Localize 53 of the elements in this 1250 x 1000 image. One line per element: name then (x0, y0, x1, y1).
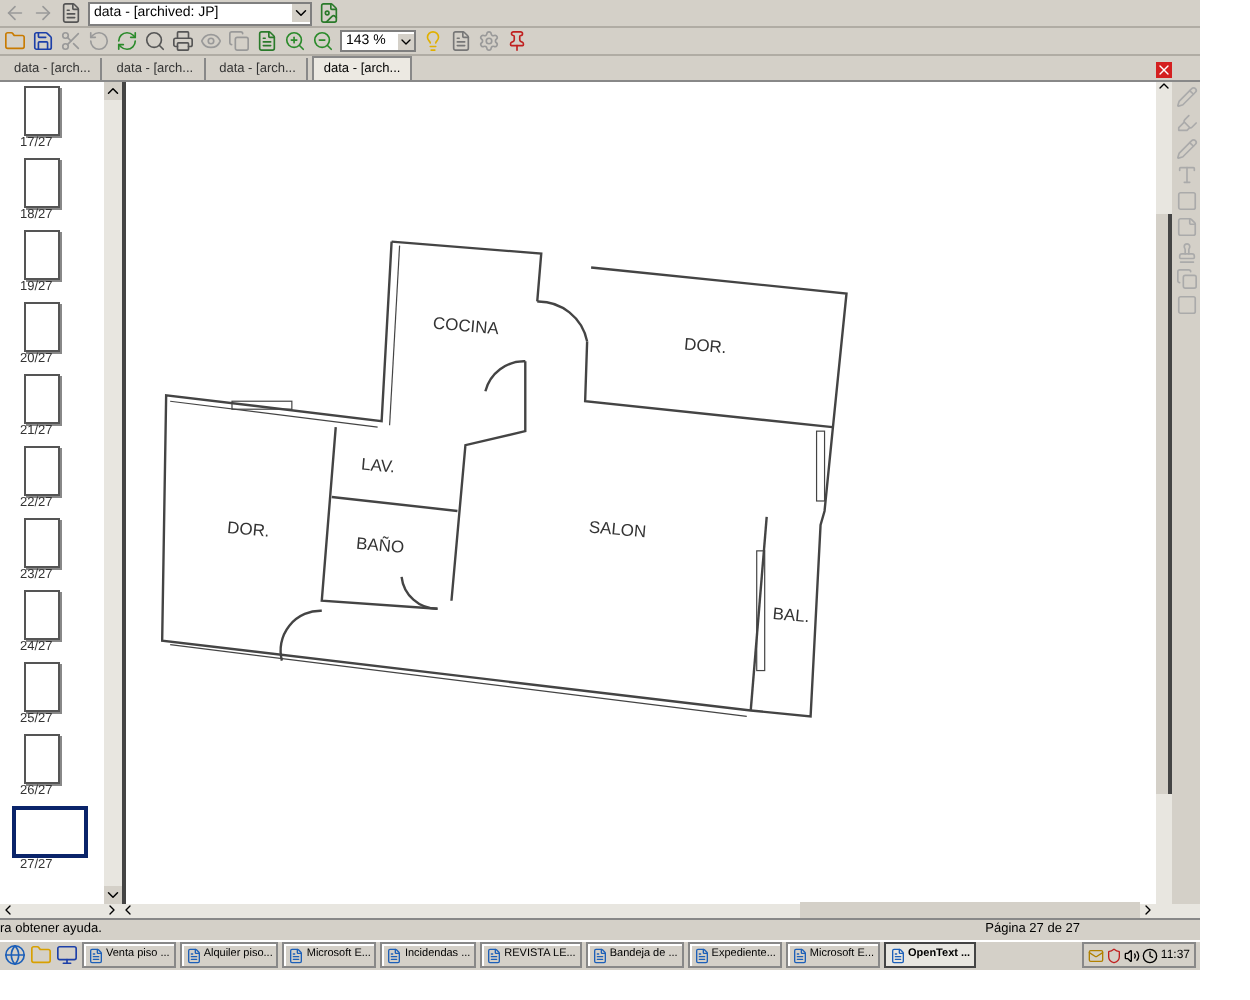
app-icon (693, 947, 710, 964)
monitor-icon[interactable] (56, 944, 78, 967)
pin-icon[interactable] (506, 30, 528, 53)
app-icon (288, 947, 305, 964)
app-icon (890, 947, 906, 964)
clock-icon[interactable] (1142, 947, 1159, 964)
dropdown-arrow-icon (398, 33, 414, 50)
scroll-left-icon[interactable] (0, 902, 16, 919)
page-thumbnail[interactable] (24, 301, 60, 352)
page-thumbnail[interactable] (24, 85, 60, 136)
page-thumbnail[interactable] (24, 733, 60, 784)
app-icon (791, 947, 808, 964)
app-icon (486, 947, 503, 964)
image-icon[interactable] (318, 2, 340, 25)
room-label: BAL. (772, 603, 811, 627)
page-thumbnail[interactable] (24, 517, 60, 568)
room-label: DOR. (683, 333, 728, 358)
vertical-scrollbar[interactable] (104, 81, 124, 904)
scroll-right-icon[interactable] (1140, 902, 1156, 919)
search-icon[interactable] (144, 30, 166, 53)
room-label: COCINA (432, 312, 500, 339)
page-thumbnail[interactable] (24, 229, 60, 280)
refresh-icon[interactable] (116, 30, 138, 53)
zoom-in-icon[interactable] (284, 30, 306, 53)
scroll-right-icon[interactable] (104, 902, 120, 919)
document-icon[interactable] (60, 2, 82, 25)
page-icon[interactable] (256, 30, 278, 53)
room-label: DOR. (226, 517, 271, 541)
app-icon (88, 947, 104, 964)
shield-icon[interactable] (1106, 947, 1123, 964)
page-thumbnail[interactable] (24, 157, 60, 208)
page-thumbnail[interactable] (24, 589, 60, 640)
document-icon[interactable] (450, 30, 472, 53)
save-icon[interactable] (32, 30, 54, 53)
zoom-out-icon[interactable] (312, 30, 334, 53)
page-thumbnail[interactable] (24, 661, 60, 712)
printer-icon[interactable] (172, 30, 194, 53)
mail-icon[interactable] (1088, 947, 1105, 964)
page-thumbnail[interactable] (24, 445, 60, 496)
scroll-up-icon[interactable] (104, 81, 122, 100)
room-label: LAV. (360, 453, 396, 477)
app-icon (185, 947, 202, 964)
page-thumbnail[interactable] (12, 805, 88, 858)
page-thumbnail[interactable] (24, 373, 60, 424)
app-icon (386, 947, 403, 964)
room-label: SALON (588, 516, 648, 542)
app-icon (591, 947, 608, 964)
close-icon[interactable] (1156, 61, 1172, 78)
room-label: BAÑO (355, 532, 405, 557)
scroll-down-icon[interactable] (104, 885, 122, 904)
speaker-icon[interactable] (1124, 947, 1141, 964)
scroll-left-icon[interactable] (120, 902, 136, 919)
globe-icon[interactable] (4, 944, 26, 967)
